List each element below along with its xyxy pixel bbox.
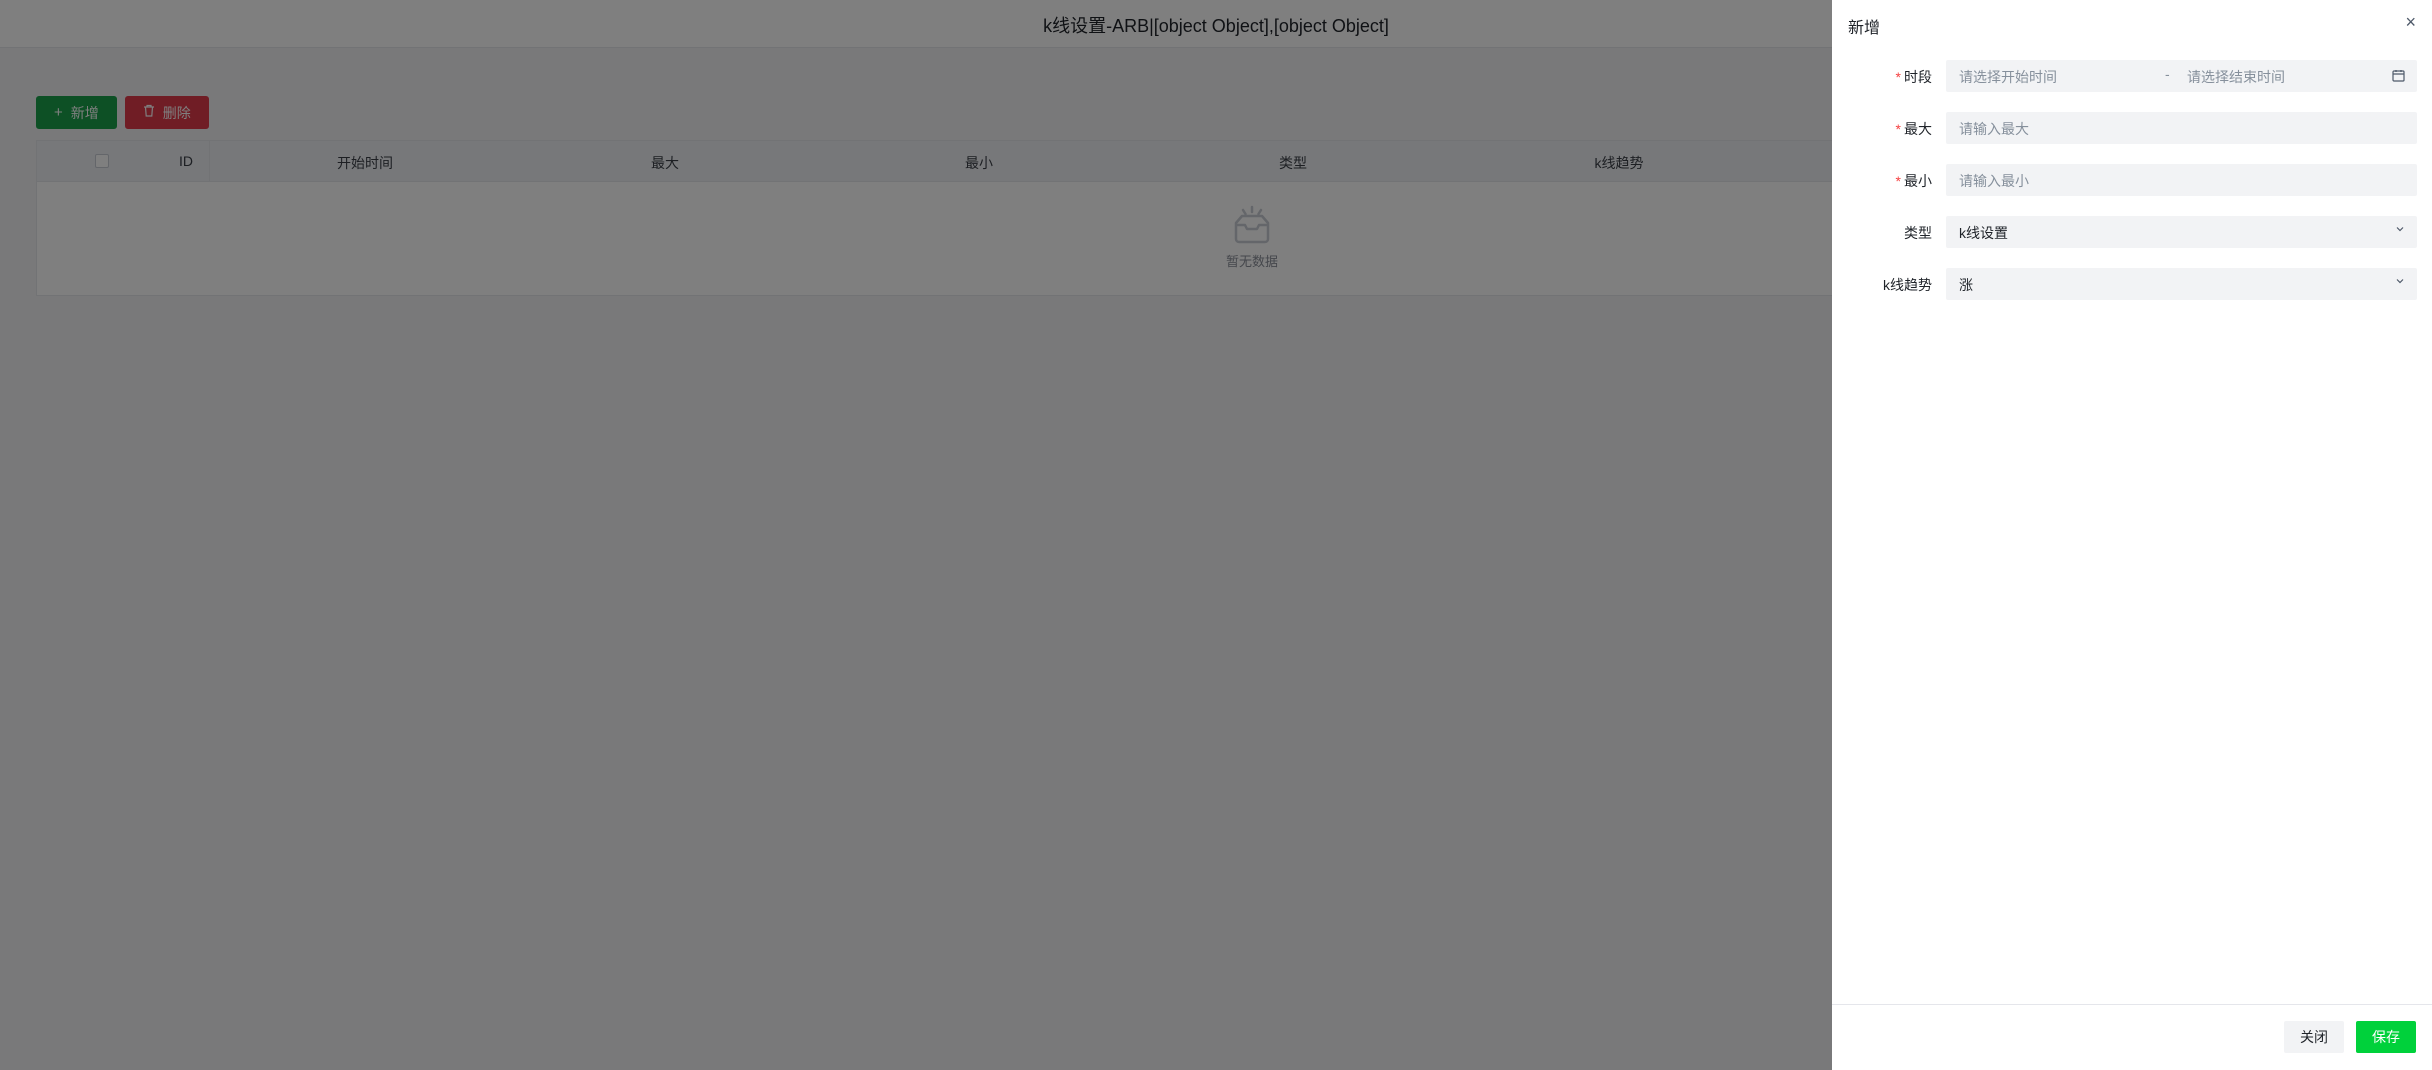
type-selected-value: k线设置 bbox=[1959, 225, 2008, 241]
chevron-down-icon bbox=[2395, 275, 2405, 289]
form-row-period: * 时段 请选择开始时间 - 请选择结束时间 bbox=[1832, 60, 2432, 92]
trend-label: k线趋势 bbox=[1883, 277, 1932, 293]
close-button[interactable]: 关闭 bbox=[2284, 1021, 2344, 1053]
period-label: * 时段 bbox=[1895, 69, 1932, 85]
min-label: * 最小 bbox=[1895, 173, 1932, 189]
drawer-title: 新增 bbox=[1848, 20, 1881, 37]
calendar-icon bbox=[2392, 69, 2405, 85]
drawer-footer: 关闭 保存 bbox=[1832, 1004, 2432, 1070]
type-select[interactable]: k线设置 bbox=[1946, 216, 2417, 248]
close-icon[interactable]: × bbox=[2405, 12, 2416, 33]
chevron-down-icon bbox=[2395, 223, 2405, 237]
max-input[interactable]: 请输入最大 bbox=[1946, 112, 2417, 144]
save-button[interactable]: 保存 bbox=[2356, 1021, 2416, 1053]
trend-select[interactable]: 涨 bbox=[1946, 268, 2417, 300]
min-input[interactable]: 请输入最小 bbox=[1946, 164, 2417, 196]
required-asterisk: * bbox=[1895, 173, 1901, 189]
max-placeholder: 请输入最大 bbox=[1959, 121, 2029, 137]
end-time-input[interactable]: 请选择结束时间 bbox=[2187, 67, 2285, 87]
period-range-picker[interactable]: 请选择开始时间 - 请选择结束时间 bbox=[1946, 60, 2417, 92]
max-label: * 最大 bbox=[1895, 121, 1932, 137]
form-row-trend: k线趋势 涨 bbox=[1832, 268, 2432, 300]
form-row-type: 类型 k线设置 bbox=[1832, 216, 2432, 248]
form-row-min: * 最小 请输入最小 bbox=[1832, 164, 2432, 196]
min-placeholder: 请输入最小 bbox=[1959, 173, 2029, 189]
required-asterisk: * bbox=[1895, 69, 1901, 85]
trend-selected-value: 涨 bbox=[1959, 277, 1973, 293]
type-label: 类型 bbox=[1904, 225, 1932, 241]
start-time-input[interactable]: 请选择开始时间 bbox=[1959, 67, 2057, 87]
add-drawer: 新增 × * 时段 请选择开始时间 - 请选择结束时间 * 最大 请输入最大 * 最小… bbox=[1832, 0, 2432, 1070]
required-asterisk: * bbox=[1895, 121, 1901, 137]
form-row-max: * 最大 请输入最大 bbox=[1832, 112, 2432, 144]
range-separator: - bbox=[2165, 66, 2170, 82]
